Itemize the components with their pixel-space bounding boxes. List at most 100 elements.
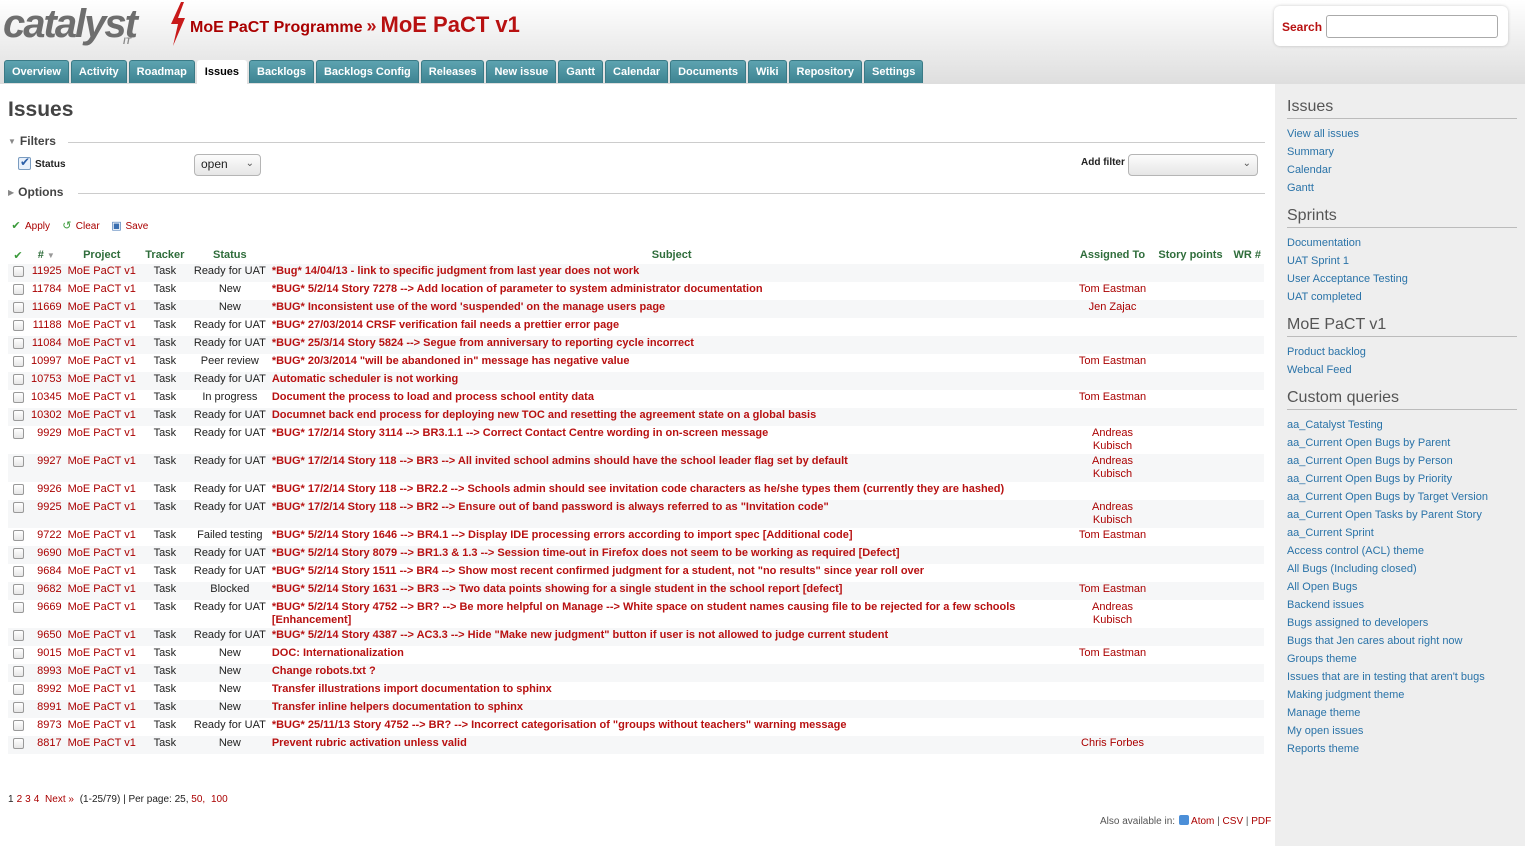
checkbox[interactable]: [12, 356, 24, 367]
custom-query-link[interactable]: Bugs that Jen cares about right now: [1287, 635, 1463, 647]
issue-subject-link[interactable]: *BUG* 17/2/14 Story 3114 --> BR3.1.1 -->…: [268, 426, 1075, 454]
issue-project-link[interactable]: MoE PaCT v1: [64, 564, 139, 582]
apply-button[interactable]: ✔ Apply: [10, 220, 50, 232]
page-link[interactable]: 4: [34, 794, 40, 805]
table-row[interactable]: 9927 MoE PaCT v1 Task Ready for UAT *BUG* 17…: [8, 454, 1264, 482]
tab-backlogs[interactable]: Backlogs: [249, 60, 314, 83]
page-link[interactable]: 2: [17, 794, 23, 805]
table-row[interactable]: 11188 MoE PaCT v1 Task Ready for UAT *BUG* 2…: [8, 318, 1264, 336]
checkbox[interactable]: [12, 284, 24, 295]
issue-assignee-link[interactable]: [1074, 718, 1151, 736]
issue-id-link[interactable]: 8992: [28, 682, 65, 700]
row-checkbox[interactable]: [8, 372, 28, 390]
row-checkbox[interactable]: [8, 736, 28, 754]
issue-subject-link[interactable]: Automatic scheduler is not working: [268, 372, 1075, 390]
issue-subject-link[interactable]: Change robots.txt ?: [268, 664, 1075, 682]
column-header-subject[interactable]: Subject: [269, 246, 1075, 264]
custom-query-link[interactable]: Groups theme: [1287, 653, 1357, 665]
checkbox[interactable]: [12, 584, 24, 595]
row-checkbox[interactable]: [8, 482, 28, 500]
issue-subject-link[interactable]: *BUG* 17/2/14 Story 118 --> BR2 --> Ensu…: [268, 500, 1075, 528]
table-row[interactable]: 8817 MoE PaCT v1 Task New Prevent rubric act…: [8, 736, 1264, 754]
table-row[interactable]: 9650 MoE PaCT v1 Task Ready for UAT *BUG* 5/…: [8, 628, 1264, 646]
issue-assignee-link[interactable]: [1074, 372, 1151, 390]
sidebar-sprint-link[interactable]: UAT Sprint 1: [1287, 255, 1349, 267]
column-header-status[interactable]: Status: [191, 246, 269, 264]
issue-assignee-link[interactable]: [1074, 564, 1151, 582]
row-checkbox[interactable]: [8, 718, 28, 736]
issue-project-link[interactable]: MoE PaCT v1: [64, 408, 139, 426]
tab-calendar[interactable]: Calendar: [605, 60, 669, 83]
row-checkbox[interactable]: [8, 336, 28, 354]
filters-legend[interactable]: ▼ Filters: [8, 134, 56, 148]
issue-assignee-link[interactable]: Tom Eastman: [1074, 528, 1151, 546]
issue-id-link[interactable]: 11669: [28, 300, 65, 318]
tab-backlogs-config[interactable]: Backlogs Config: [315, 60, 419, 83]
table-row[interactable]: 11669 MoE PaCT v1 Task New *BUG* Inconsisten…: [8, 300, 1264, 318]
issue-project-link[interactable]: MoE PaCT v1: [64, 318, 139, 336]
atom-link[interactable]: Atom: [1191, 816, 1214, 827]
tab-wiki[interactable]: Wiki: [748, 60, 787, 83]
issue-id-link[interactable]: 9015: [28, 646, 65, 664]
checkbox[interactable]: [12, 410, 24, 421]
table-row[interactable]: 9722 MoE PaCT v1 Task Failed testing *BUG* 5…: [8, 528, 1264, 546]
table-row[interactable]: 9925 MoE PaCT v1 Task Ready for UAT *BUG* 17…: [8, 500, 1264, 528]
checkbox[interactable]: [12, 666, 24, 677]
issue-id-link[interactable]: 9690: [28, 546, 65, 564]
issue-subject-link[interactable]: *BUG* 5/2/14 Story 8079 --> BR1.3 & 1.3 …: [268, 546, 1075, 564]
table-row[interactable]: 11784 MoE PaCT v1 Task New *BUG* 5/2/14 Stor…: [8, 282, 1264, 300]
tab-settings[interactable]: Settings: [864, 60, 924, 83]
issue-assignee-link[interactable]: [1074, 546, 1151, 564]
issue-id-link[interactable]: 9684: [28, 564, 65, 582]
issue-subject-link[interactable]: *BUG* 25/3/14 Story 5824 --> Segue from …: [268, 336, 1075, 354]
issue-assignee-link[interactable]: Tom Eastman: [1074, 646, 1151, 664]
checkbox[interactable]: [12, 566, 24, 577]
options-legend[interactable]: ▶ Options: [8, 185, 63, 199]
issue-project-link[interactable]: MoE PaCT v1: [64, 646, 139, 664]
row-checkbox[interactable]: [8, 390, 28, 408]
tab-overview[interactable]: Overview: [4, 60, 69, 83]
table-row[interactable]: 11084 MoE PaCT v1 Task Ready for UAT *BUG* 2…: [8, 336, 1264, 354]
issue-assignee-link[interactable]: Tom Eastman: [1074, 390, 1151, 408]
checkbox[interactable]: [12, 502, 24, 513]
issue-id-link[interactable]: 10345: [28, 390, 65, 408]
table-row[interactable]: 9690 MoE PaCT v1 Task Ready for UAT *BUG* 5/…: [8, 546, 1264, 564]
row-checkbox[interactable]: [8, 454, 28, 482]
issue-subject-link[interactable]: *BUG* 27/03/2014 CRSF verification fail …: [268, 318, 1075, 336]
parent-project-link[interactable]: MoE PaCT Programme: [190, 19, 362, 36]
checkbox[interactable]: [12, 602, 24, 613]
sidebar-issues-link[interactable]: Calendar: [1287, 164, 1332, 176]
issue-subject-link[interactable]: Documnet back end process for deploying …: [268, 408, 1075, 426]
checkbox[interactable]: [12, 456, 24, 467]
issue-subject-link[interactable]: *Bug* 14/04/13 - link to specific judgme…: [268, 264, 1075, 282]
tab-gantt[interactable]: Gantt: [558, 60, 604, 83]
checkbox[interactable]: [12, 630, 24, 641]
csv-link[interactable]: CSV: [1223, 816, 1244, 827]
checkbox[interactable]: [12, 684, 24, 695]
sidebar-project-link[interactable]: Product backlog: [1287, 346, 1366, 358]
table-row[interactable]: 10345 MoE PaCT v1 Task In progress Document …: [8, 390, 1264, 408]
row-checkbox[interactable]: [8, 546, 28, 564]
issue-project-link[interactable]: MoE PaCT v1: [64, 282, 139, 300]
checkbox[interactable]: [12, 648, 24, 659]
custom-query-link[interactable]: aa_Current Open Tasks by Parent Story: [1287, 509, 1482, 521]
issue-assignee-link[interactable]: Tom Eastman: [1074, 582, 1151, 600]
issue-project-link[interactable]: MoE PaCT v1: [64, 628, 139, 646]
table-row[interactable]: 10302 MoE PaCT v1 Task Ready for UAT Documne…: [8, 408, 1264, 426]
issue-subject-link[interactable]: Transfer illustrations import documentat…: [268, 682, 1075, 700]
issue-id-link[interactable]: 8973: [28, 718, 65, 736]
checkbox[interactable]: [12, 720, 24, 731]
issue-project-link[interactable]: MoE PaCT v1: [64, 600, 139, 628]
issue-assignee-link[interactable]: [1074, 682, 1151, 700]
issue-project-link[interactable]: MoE PaCT v1: [64, 336, 139, 354]
table-row[interactable]: 9682 MoE PaCT v1 Task Blocked *BUG* 5/2/14 S…: [8, 582, 1264, 600]
row-checkbox[interactable]: [8, 282, 28, 300]
next-page-link[interactable]: Next »: [45, 794, 74, 805]
issue-project-link[interactable]: MoE PaCT v1: [64, 736, 139, 754]
table-row[interactable]: 8991 MoE PaCT v1 Task New Transfer inline he…: [8, 700, 1264, 718]
tab-issues[interactable]: Issues: [196, 60, 248, 84]
column-header-wr[interactable]: WR #: [1231, 246, 1265, 264]
custom-query-link[interactable]: aa_Current Open Bugs by Target Version: [1287, 491, 1488, 503]
row-checkbox[interactable]: [8, 646, 28, 664]
row-checkbox[interactable]: [8, 664, 28, 682]
